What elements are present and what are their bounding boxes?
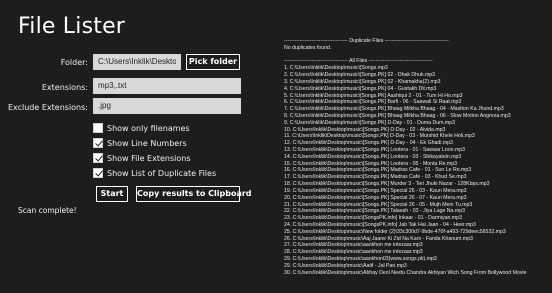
list-item: 28. C:\Users\Inklik\Desktop\music\aankho… <box>284 249 423 256</box>
app-title: File Lister <box>18 14 126 39</box>
start-button[interactable]: Start <box>96 186 128 202</box>
option-label: Show only filenames <box>107 123 190 133</box>
exclude-extensions-input[interactable] <box>93 98 241 114</box>
exclude-extensions-label: Exclude Extensions: <box>7 103 88 112</box>
list-item: 5. C:\Users\Inklik\Desktop\music\[Songs.… <box>284 92 463 99</box>
list-item: 21. C:\Users\Inklik\Desktop\music\[Songs… <box>284 201 473 208</box>
list-item: 3. C:\Users\Inklik\Desktop\music\[Songs.… <box>284 78 441 85</box>
checkbox[interactable] <box>93 153 103 163</box>
list-item: 23. C:\Users\Inklik\Desktop\music\[Songs… <box>284 215 462 222</box>
checkbox[interactable] <box>93 123 103 133</box>
list-item: 27. C:\Users\Inklik\Desktop\music\aankho… <box>284 242 423 249</box>
list-item: 7. C:\Users\Inklik\Desktop\music\[Songs.… <box>284 106 504 113</box>
duplicates-message: No duplicates found. <box>284 44 332 51</box>
duplicates-header: ------------------------------------- Du… <box>284 38 449 44</box>
list-item: 26. C:\Users\Inklik\Desktop\music\Aaj Ja… <box>284 235 473 242</box>
list-item: 29. C:\Users\Inklik\Desktop\music\aankho… <box>284 256 437 262</box>
list-item: 14. C:\Users\Inklik\Desktop\music\[Songs… <box>284 153 462 160</box>
option-label: Show List of Duplicate Files <box>107 168 217 178</box>
option-show-file-extensions[interactable]: Show File Extensions <box>93 152 191 164</box>
list-item: 2. C:\Users\Inklik\Desktop\music\[Songs.… <box>284 72 436 79</box>
list-item: 13. C:\Users\Inklik\Desktop\music\[Songs… <box>284 147 466 153</box>
option-label: Show Line Numbers <box>107 138 187 148</box>
list-item: 15. C:\Users\Inklik\Desktop\music\[Songs… <box>284 160 457 167</box>
checkbox[interactable] <box>93 138 103 148</box>
list-item: 9. C:\Users\Inklik\Desktop\music\[Songs.… <box>284 119 455 126</box>
file-list: 1. C:\Users\Inklik\Desktop\music\[Songs.… <box>284 65 550 276</box>
copy-results-button[interactable]: Copy results to Clipboard <box>136 186 252 202</box>
list-item: 20. C:\Users\Inklik\Desktop\music\[Songs… <box>284 194 467 201</box>
list-item: 12. C:\Users\Inklik\Desktop\music\[Songs… <box>284 140 453 147</box>
pick-folder-button[interactable]: Pick folder <box>186 54 240 70</box>
option-show-only-filenames[interactable]: Show only filenames <box>93 122 190 134</box>
list-item: 30. C:\Users\Inklik\Desktop\music\Abhay … <box>284 269 527 276</box>
option-show-line-numbers[interactable]: Show Line Numbers <box>93 137 187 149</box>
list-item: 29. C:\Users\Inklik\Desktop\music\Aatif … <box>284 262 407 269</box>
list-item: 4. C:\Users\Inklik\Desktop\music\[Songs.… <box>284 85 437 92</box>
option-label: Show File Extensions <box>107 153 191 163</box>
list-item: 6. C:\Users\Inklik\Desktop\music\[Songs.… <box>284 99 462 106</box>
checkbox[interactable] <box>93 168 103 178</box>
status-text: Scan complete! <box>18 206 77 215</box>
list-item: 19. C:\Users\Inklik\Desktop\music\[Songs… <box>284 187 467 194</box>
list-item: 16. C:\Users\Inklik\Desktop\music\[Songs… <box>284 167 472 174</box>
list-item: 17. C:\Users\Inklik\Desktop\music\[Songs… <box>284 174 467 181</box>
option-show-duplicate-files[interactable]: Show List of Duplicate Files <box>93 167 216 179</box>
list-item: 1. C:\Users\Inklik\Desktop\music\[Songs.… <box>284 65 388 72</box>
list-item: 22. C:\Users\Inklik\Desktop\music\[Songs… <box>284 208 465 215</box>
all-files-header: ------------------------------------- Al… <box>284 58 433 65</box>
list-item: 18. C:\Users\Inklik\Desktop\music\[Songs… <box>284 181 490 188</box>
results-panel: ------------------------------------- Du… <box>284 38 550 293</box>
extensions-input[interactable] <box>93 78 241 94</box>
folder-label: Folder: <box>60 58 88 67</box>
extensions-label: Extensions: <box>41 83 88 92</box>
folder-input[interactable] <box>93 54 181 70</box>
list-item: 8. C:\Users\Inklik\Desktop\music\[Songs.… <box>284 112 511 119</box>
list-item: 10. C:\Users\Inklik\Desktop\music\[Songs… <box>284 126 446 133</box>
list-item: 11. C:\Users\Inklik\Desktop\music\[Songs… <box>284 133 475 140</box>
list-item: 25. C:\Users\Inklik\Desktop\music\New fo… <box>284 228 506 235</box>
list-item: 24. C:\Users\Inklik\Desktop\music\[Songs… <box>284 221 476 228</box>
